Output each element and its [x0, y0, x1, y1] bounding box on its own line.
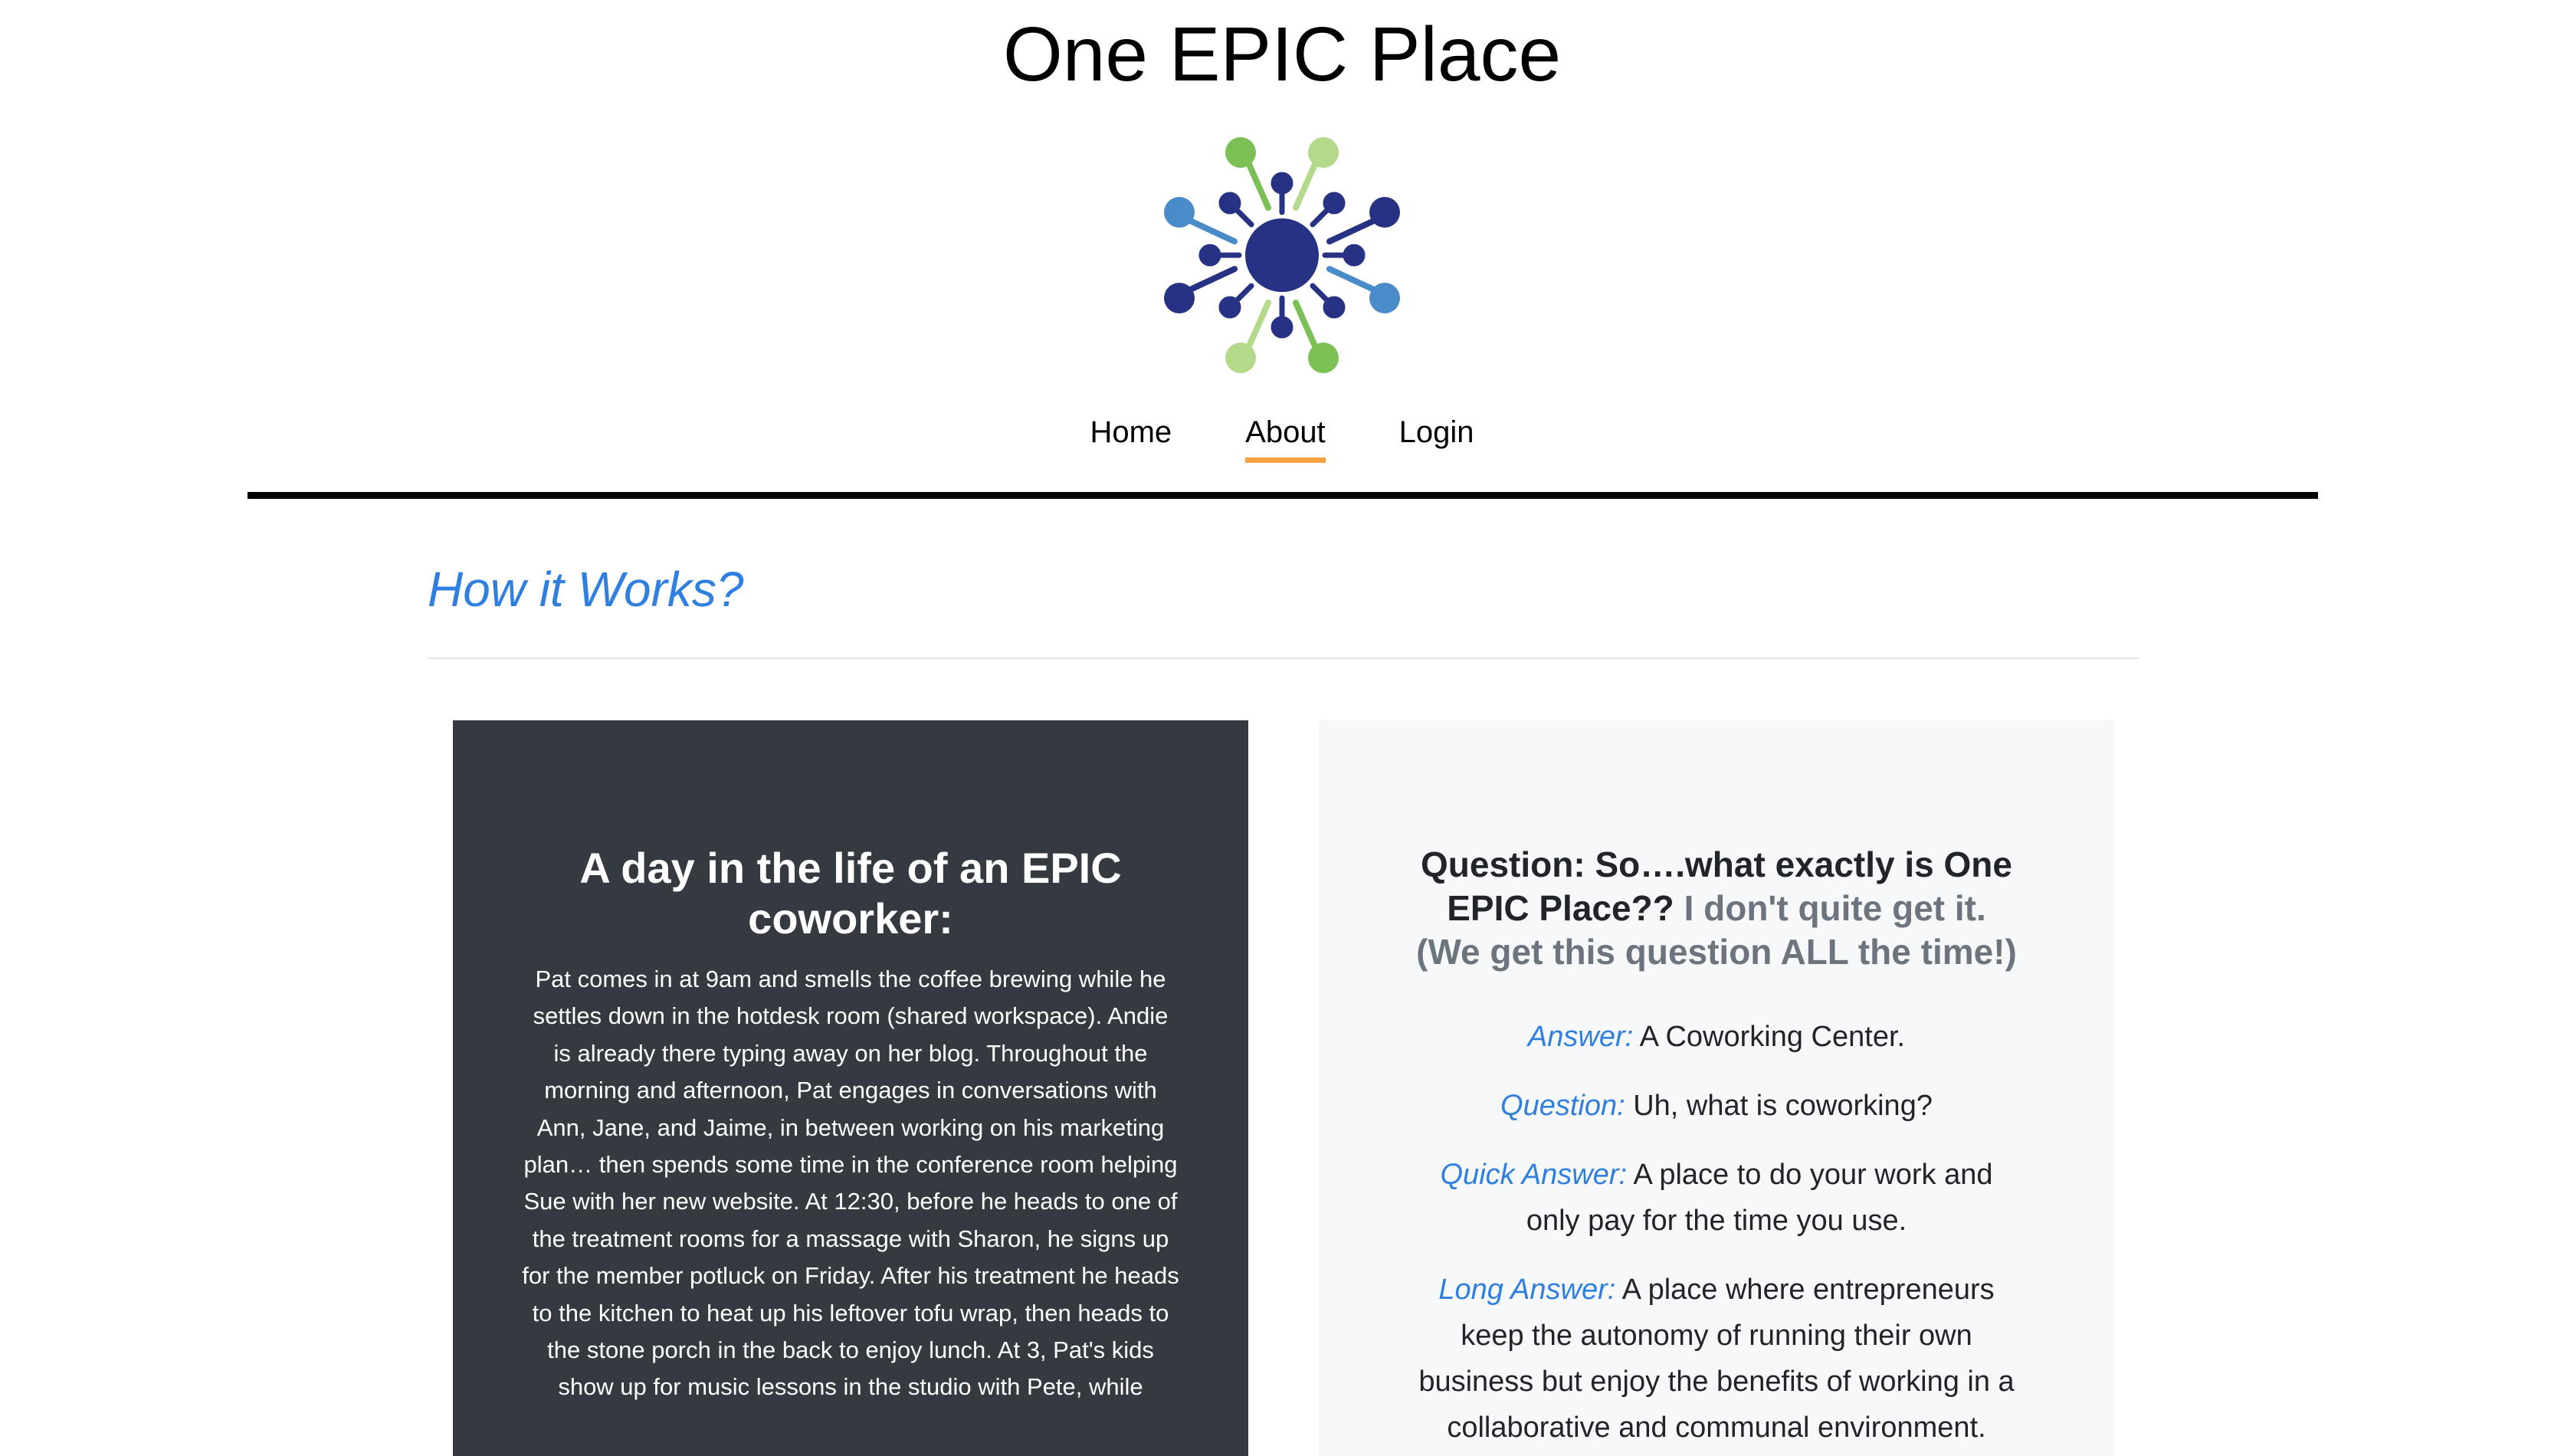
faq-label: Question: [1500, 1090, 1625, 1122]
faq-label: Quick Answer: [1440, 1159, 1628, 1191]
header-divider [248, 492, 2318, 499]
nav-about-link[interactable]: About [1245, 415, 1326, 463]
nav-home-link[interactable]: Home [1090, 415, 1172, 463]
site-title: One EPIC Place [1002, 11, 1562, 97]
day-card-body: Pat comes in at 9am and smells the coffe… [522, 966, 1179, 1401]
nav-login-link[interactable]: Login [1399, 415, 1474, 463]
main-nav: Home About Login [0, 415, 2564, 463]
section-divider [428, 657, 2139, 659]
faq-label: Answer: [1527, 1021, 1634, 1053]
faq-answer: Answer: A Coworking Center. [1411, 1014, 2022, 1060]
faq-question: Question: Uh, what is coworking? [1411, 1083, 2022, 1129]
day-in-life-card: A day in the life of an EPIC coworker: P… [453, 720, 1248, 1456]
faq-quick-answer: Quick Answer: A place to do your work an… [1411, 1152, 2022, 1244]
day-card-title: A day in the life of an EPIC coworker: [579, 844, 1122, 943]
section-title: How it Works? [428, 562, 744, 617]
faq-text: A Coworking Center. [1639, 1021, 1906, 1053]
faq-heading: Question: So….what exactly is One EPIC P… [1411, 843, 2022, 974]
faq-long-answer: Long Answer: A place where entrepreneurs… [1411, 1267, 2022, 1451]
logo-icon [1164, 137, 1400, 373]
faq-text: Uh, what is coworking? [1633, 1090, 1933, 1122]
faq-card: Question: So….what exactly is One EPIC P… [1319, 720, 2114, 1456]
faq-label: Long Answer: [1438, 1274, 1616, 1306]
